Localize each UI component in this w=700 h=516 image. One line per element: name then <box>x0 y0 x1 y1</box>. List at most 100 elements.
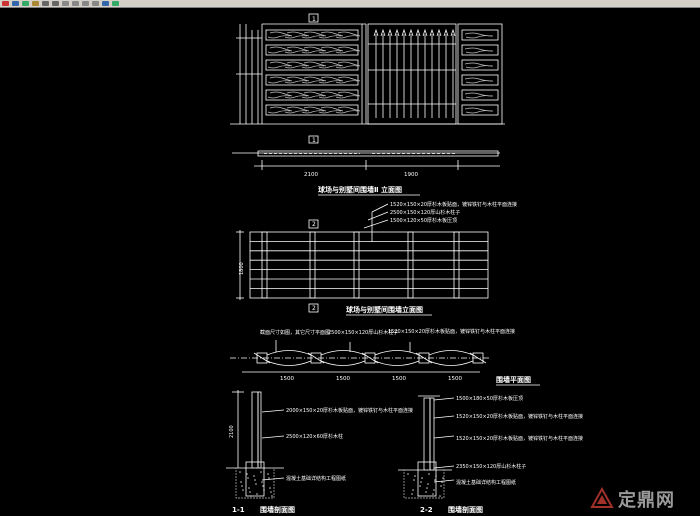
left-wood-panel <box>230 23 505 125</box>
concrete-aggregate <box>439 495 441 497</box>
concrete-aggregate <box>414 475 416 477</box>
concrete-aggregate <box>428 473 430 475</box>
section-2-note-5: 混凝土基础详结构工程图纸 <box>456 479 516 486</box>
section-2-label: 2-2 <box>420 506 433 514</box>
concrete-aggregate <box>442 477 444 479</box>
concrete-aggregate <box>260 471 262 473</box>
plan-panel-curve <box>428 360 474 366</box>
watermark: 定鼎网 <box>590 486 675 512</box>
concrete-aggregate <box>240 481 242 483</box>
concrete-aggregate <box>269 487 271 489</box>
concrete-aggregate <box>254 479 256 481</box>
concrete-aggregate <box>256 493 258 495</box>
paste-icon[interactable] <box>22 1 29 6</box>
section-2-note-1: 1500×180×50厚杉木板压顶 <box>456 395 523 402</box>
section-2-2: 1500×180×50厚杉木板压顶 1520×150×20厚杉木板贴面，镀锌铁钉… <box>398 395 583 514</box>
section-1-note-2: 2500×120×60厚杉木柱 <box>286 433 343 440</box>
wood-board <box>265 74 359 86</box>
plan-dim-1: 1500 <box>280 376 294 382</box>
elevation-1-title: 球场与别墅间围墙Ⅱ 立面图 <box>318 185 402 194</box>
concrete-aggregate <box>268 477 270 479</box>
elevation-2-height-dim: 1800 <box>239 262 245 275</box>
plan-title: 围墙平面图 <box>496 375 531 384</box>
elevation-2-title: 球场与别墅间围墙立面图 <box>346 305 423 314</box>
elevation-2-note-1: 1520×150×20厚杉木板贴面，镀锌铁钉与木柱平面连接 <box>390 201 517 208</box>
wood-board <box>265 29 359 41</box>
plan-dim-3: 1500 <box>392 376 406 382</box>
concrete-aggregate <box>407 473 409 475</box>
plan-panel-curve <box>266 350 312 356</box>
plan-note-3: 1520×150×20厚杉木板贴面，镀锌铁钉与木柱平面连接 <box>388 328 515 335</box>
elevation-2: 2 1520×150×20厚杉木板贴面，镀锌铁钉与木柱平面连接 2500×150… <box>236 201 517 316</box>
concrete-aggregate <box>411 493 413 495</box>
concrete-aggregate <box>420 481 422 483</box>
concrete-aggregate <box>419 485 421 487</box>
zoom-realtime-icon[interactable] <box>72 1 79 6</box>
wood-grain <box>465 65 493 69</box>
concrete-aggregate <box>239 471 241 473</box>
concrete-aggregate <box>241 485 243 487</box>
cut-icon[interactable] <box>2 1 9 6</box>
pan-icon[interactable] <box>62 1 69 6</box>
redo-icon[interactable] <box>52 1 59 6</box>
wood-grain <box>465 95 493 99</box>
concrete-aggregate <box>263 489 265 491</box>
section-1-title: 围墙剖面图 <box>260 505 295 514</box>
concrete-aggregate <box>271 495 273 497</box>
concrete-aggregate <box>248 487 250 489</box>
concrete-aggregate <box>253 475 255 477</box>
wood-grain <box>465 80 493 84</box>
design-center-icon[interactable] <box>112 1 119 6</box>
undo-icon[interactable] <box>42 1 49 6</box>
plan-panel-curve <box>266 360 312 366</box>
section-marker-top-label: 1 <box>312 16 316 23</box>
concrete-aggregate <box>434 479 436 481</box>
section-1-note-1: 2000×150×20厚杉木板贴面，镀锌铁钉与木柱平面连接 <box>286 407 413 414</box>
section-2-title: 围墙剖面图 <box>448 505 483 514</box>
toolbar <box>0 0 700 8</box>
concrete-aggregate <box>261 481 263 483</box>
elevation-2-fence <box>249 231 489 299</box>
match-properties-icon[interactable] <box>32 1 39 6</box>
concrete-aggregate <box>412 489 414 491</box>
elevation-1: 1 1 2100 1900 球场与别墅间围墙Ⅱ 立面图 <box>230 13 505 196</box>
concrete-aggregate <box>255 483 257 485</box>
zoom-window-icon[interactable] <box>82 1 89 6</box>
section-1-1: 2100 2000×150×20厚杉木板贴面，镀锌铁钉与木柱平面连接 2500×… <box>226 390 413 514</box>
concrete-aggregate <box>267 473 269 475</box>
section-1-height-dim: 2100 <box>229 425 235 438</box>
concrete-aggregate <box>246 473 248 475</box>
concrete-aggregate <box>421 477 423 479</box>
watermark-text: 定鼎网 <box>618 490 675 511</box>
concrete-aggregate <box>418 495 420 497</box>
plan-note-1: 截面尺寸如图，其它尺寸平面图 <box>260 329 330 336</box>
section-2-note-3: 1520×150×20厚杉木板贴面，镀锌铁钉与木柱平面连接 <box>456 435 583 442</box>
wood-board <box>461 89 499 101</box>
wood-grain <box>465 110 493 114</box>
properties-icon[interactable] <box>102 1 109 6</box>
plan-panel-curve <box>374 360 420 366</box>
concrete-aggregate <box>425 491 427 493</box>
concrete-aggregate <box>250 495 252 497</box>
concrete-aggregate <box>262 485 264 487</box>
concrete-aggregate <box>440 485 442 487</box>
concrete-aggregate <box>427 483 429 485</box>
concrete-aggregate <box>435 475 437 477</box>
zoom-previous-icon[interactable] <box>92 1 99 6</box>
wood-board <box>265 89 359 101</box>
wood-grain <box>465 50 493 54</box>
wood-board <box>265 104 359 116</box>
section-1-note-3: 混凝土基础详结构工程图纸 <box>286 475 346 482</box>
plan-dim-4: 1500 <box>448 376 462 382</box>
concrete-aggregate <box>270 491 272 493</box>
concrete-aggregate <box>441 481 443 483</box>
wood-board <box>461 59 499 71</box>
marker-2-top-label: 2 <box>312 221 316 228</box>
copy-icon[interactable] <box>12 1 19 6</box>
section-2-note-2: 1520×150×20厚杉木板贴面，镀锌铁钉与木柱平面连接 <box>456 413 583 420</box>
wood-board <box>461 44 499 56</box>
wood-board <box>265 59 359 71</box>
right-wood-panel <box>457 23 503 125</box>
wood-grain <box>465 35 493 39</box>
concrete-aggregate <box>426 487 428 489</box>
